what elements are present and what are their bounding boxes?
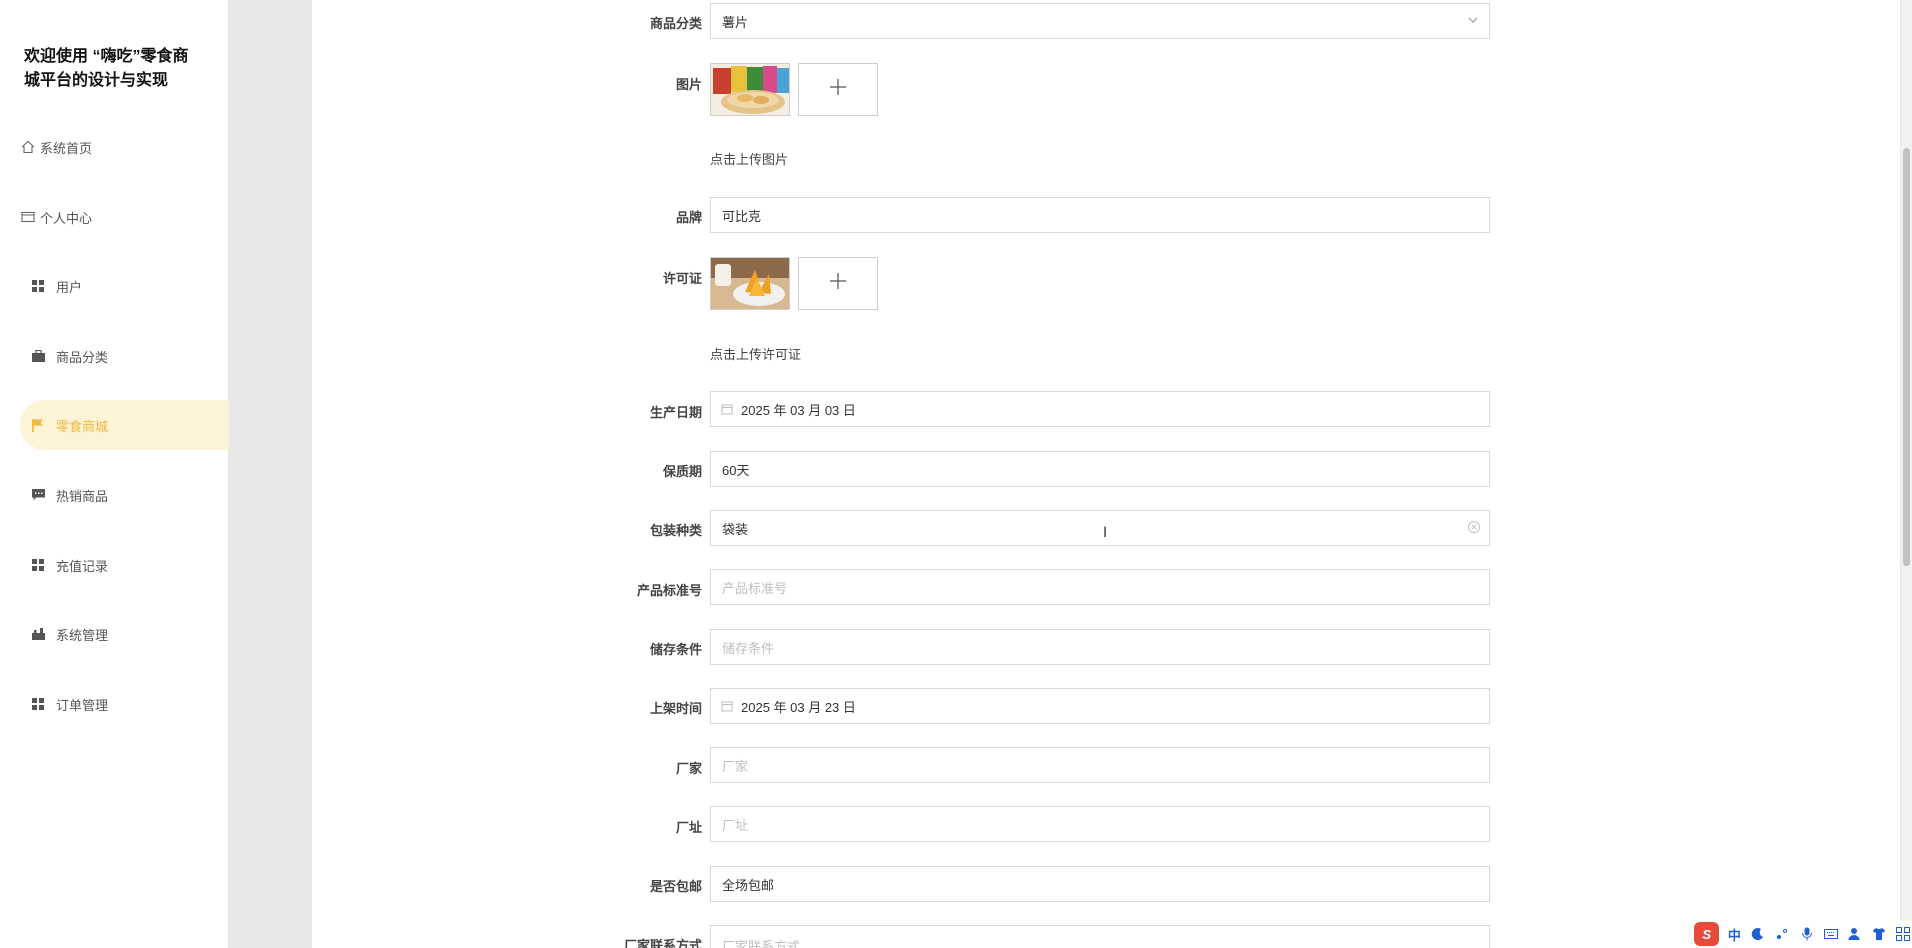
calendar-icon: [721, 700, 733, 712]
manufacturer-input[interactable]: 厂家: [710, 747, 1490, 783]
image-upload-button[interactable]: [798, 63, 878, 116]
tools-icon: [30, 626, 46, 642]
home-icon: [20, 139, 36, 155]
apps-icon[interactable]: [1894, 924, 1912, 944]
flag-icon: [30, 417, 46, 433]
sidebar-item-category[interactable]: 商品分类: [20, 331, 229, 381]
chevron-down-icon: [1467, 14, 1479, 26]
plus-icon: [829, 272, 847, 295]
sidebar-item-label: 系统首页: [40, 140, 93, 156]
category-label: 商品分类: [649, 16, 702, 31]
content-gutter: [229, 0, 312, 948]
image-label: 图片: [675, 77, 702, 92]
grid-icon: [30, 278, 46, 294]
sidebar-item-profile[interactable]: 个人中心: [20, 192, 229, 242]
shelf-life-value: 60天: [722, 462, 750, 478]
category-select[interactable]: 薯片: [710, 3, 1490, 39]
manufacturer-placeholder: 厂家: [722, 758, 749, 774]
factory-address-label: 厂址: [675, 820, 702, 835]
sidebar: 欢迎使用 “嗨吃”零食商城平台的设计与实现 系统首页 个人中心 用户 商品分类: [0, 0, 229, 948]
ime-logo-icon[interactable]: S: [1694, 922, 1720, 946]
manufacturer-contact-placeholder: 厂家联系方式: [722, 939, 801, 948]
plus-icon: [829, 78, 847, 101]
chat-icon: [30, 487, 46, 503]
moon-icon[interactable]: [1749, 924, 1767, 944]
sidebar-item-label: 订单管理: [56, 697, 109, 713]
grid-icon: [30, 696, 46, 712]
production-date-picker[interactable]: 2025 年 03 月 03 日: [710, 391, 1490, 427]
sidebar-item-label: 用户: [56, 279, 83, 295]
id-card-icon: [20, 209, 36, 225]
category-value: 薯片: [722, 14, 749, 30]
product-image-thumbnail[interactable]: [710, 63, 790, 116]
standard-no-input[interactable]: 产品标准号: [710, 569, 1490, 605]
user-icon[interactable]: [1846, 924, 1864, 944]
clear-icon[interactable]: [1467, 520, 1481, 534]
storage-label: 储存条件: [649, 642, 702, 657]
ime-mode-toggle[interactable]: 中: [1725, 924, 1743, 944]
packaging-label: 包装种类: [649, 523, 702, 538]
manufacturer-label: 厂家: [675, 761, 702, 776]
storage-placeholder: 储存条件: [722, 640, 775, 656]
listing-time-picker[interactable]: 2025 年 03 月 23 日: [710, 688, 1490, 724]
calendar-icon: [721, 403, 733, 415]
keyboard-icon[interactable]: [1822, 924, 1840, 944]
shelf-life-input[interactable]: 60天: [710, 451, 1490, 487]
sidebar-item-label: 商品分类: [56, 349, 109, 365]
sidebar-item-users[interactable]: 用户: [20, 261, 229, 311]
packaging-select[interactable]: 袋装: [710, 510, 1490, 546]
production-date-label: 生产日期: [649, 405, 702, 420]
sidebar-item-snack-mall[interactable]: 零食商城: [20, 400, 229, 450]
sidebar-item-home[interactable]: 系统首页: [20, 122, 229, 172]
sidebar-item-system[interactable]: 系统管理: [20, 609, 229, 659]
brand-label: 品牌: [675, 210, 702, 225]
sidebar-item-label: 系统管理: [56, 627, 109, 643]
free-shipping-input[interactable]: 全场包邮: [710, 866, 1490, 902]
shelf-life-label: 保质期: [662, 464, 702, 479]
brand-value: 可比克: [722, 208, 762, 224]
manufacturer-contact-label: 厂家联系方式: [623, 938, 702, 948]
scrollbar-thumb[interactable]: [1903, 148, 1910, 566]
sidebar-item-label: 个人中心: [40, 210, 93, 226]
briefcase-icon: [30, 348, 46, 364]
ime-toolbar: S 中: [1690, 920, 1912, 948]
storage-input[interactable]: 储存条件: [710, 629, 1490, 665]
factory-address-input[interactable]: 厂址: [710, 806, 1490, 842]
listing-time-label: 上架时间: [649, 701, 702, 716]
sidebar-item-label: 零食商城: [56, 418, 109, 434]
free-shipping-label: 是否包邮: [649, 879, 702, 894]
text-cursor-icon: I: [1103, 525, 1108, 541]
production-date-value: 2025 年 03 月 03 日: [741, 402, 856, 418]
license-image-thumbnail[interactable]: [710, 257, 790, 310]
sidebar-item-recharge[interactable]: 充值记录: [20, 540, 229, 590]
grid-icon: [30, 557, 46, 573]
license-upload-hint: 点击上传许可证: [710, 347, 802, 362]
listing-time-value: 2025 年 03 月 23 日: [741, 699, 856, 715]
license-label: 许可证: [662, 271, 702, 286]
license-upload-button[interactable]: [798, 257, 878, 310]
brand-input[interactable]: 可比克: [710, 197, 1490, 233]
standard-no-label: 产品标准号: [636, 583, 702, 598]
factory-address-placeholder: 厂址: [722, 817, 749, 833]
packaging-value: 袋装: [722, 521, 749, 537]
app-root: 欢迎使用 “嗨吃”零食商城平台的设计与实现 系统首页 个人中心 用户 商品分类: [0, 0, 1912, 948]
product-edit-form: 商品分类 薯片 图片 点击上传图片 品牌 可比克 许可证 点击上传许可证 生产日…: [312, 0, 1900, 948]
sidebar-item-label: 充值记录: [56, 558, 109, 574]
free-shipping-value: 全场包邮: [722, 877, 775, 893]
sidebar-item-label: 热销商品: [56, 488, 109, 504]
standard-no-placeholder: 产品标准号: [722, 580, 788, 596]
sidebar-item-hot-products[interactable]: 热销商品: [20, 470, 229, 520]
app-title: 欢迎使用 “嗨吃”零食商城平台的设计与实现: [24, 48, 189, 89]
page-scrollbar[interactable]: [1900, 0, 1912, 948]
image-upload-hint: 点击上传图片: [710, 152, 789, 167]
microphone-icon[interactable]: [1798, 924, 1816, 944]
shirt-icon[interactable]: [1870, 924, 1888, 944]
sidebar-item-orders[interactable]: 订单管理: [20, 679, 229, 729]
manufacturer-contact-input[interactable]: 厂家联系方式: [710, 925, 1490, 948]
punctuation-icon[interactable]: [1773, 924, 1791, 944]
